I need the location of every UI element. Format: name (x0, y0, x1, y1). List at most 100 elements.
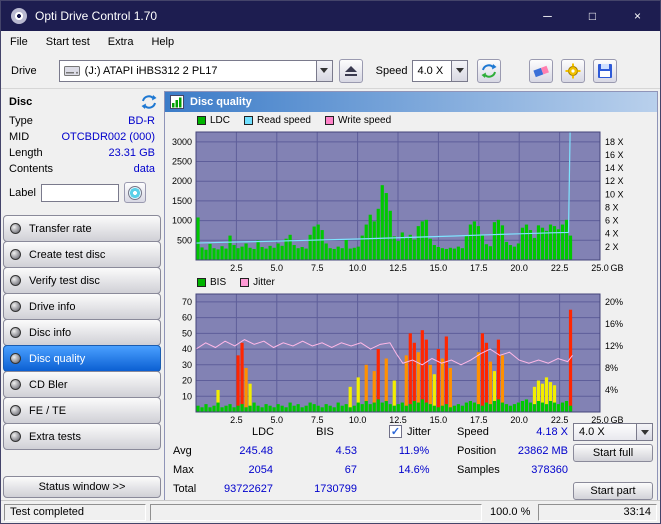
speed-summary-label: Speed (457, 426, 489, 438)
svg-text:7.5: 7.5 (311, 263, 324, 273)
sidebar-item-fe-te[interactable]: FE / TE (3, 397, 161, 424)
sidebar-item-transfer-rate[interactable]: Transfer rate (3, 215, 161, 242)
disc-label-button[interactable] (123, 182, 146, 203)
disc-label-input[interactable] (40, 183, 119, 202)
jitter-checkbox-label: Jitter (407, 426, 431, 438)
start-full-button[interactable]: Start full (573, 444, 653, 462)
elapsed-time: 33:14 (623, 506, 651, 518)
panel-header: Disc quality (165, 92, 657, 112)
rescan-speed-arrow[interactable] (636, 424, 652, 440)
eraser-icon (532, 64, 550, 78)
svg-text:1000: 1000 (172, 216, 192, 226)
total-row-label: Total (173, 483, 197, 495)
disc-label-label: Label (9, 186, 36, 199)
svg-text:6 X: 6 X (605, 216, 619, 226)
sidebar-item-label: Disc info (29, 326, 72, 339)
max-jitter-value: 14.6% (398, 464, 430, 476)
rescan-speed-value: 4.0 X (579, 426, 605, 438)
drive-label: Drive (11, 64, 37, 77)
sidebar-item-label: Extra tests (29, 430, 81, 443)
disc-refresh-icon[interactable] (141, 94, 157, 110)
refresh-button[interactable] (477, 58, 502, 83)
start-full-label: Start full (592, 447, 634, 459)
svg-text:2 X: 2 X (605, 242, 619, 252)
speed-summary-value: 4.18 X (536, 426, 568, 438)
button-dot-icon (10, 353, 21, 364)
svg-text:18 X: 18 X (605, 137, 624, 147)
close-button[interactable]: × (615, 1, 660, 31)
total-bis-value: 1730799 (314, 483, 357, 495)
avg-bis-value: 4.53 (335, 445, 357, 457)
eject-button[interactable] (338, 58, 363, 83)
maximize-button[interactable]: □ (570, 1, 615, 31)
sidebar-item-create-test-disc[interactable]: Create test disc (3, 241, 161, 268)
disc-length-row: Length 23.31 GB (3, 145, 161, 161)
svg-text:5.0: 5.0 (271, 263, 284, 273)
speed-value: 4.0 X (417, 64, 444, 77)
jitter-checkbox[interactable]: ✓ (389, 425, 402, 438)
minimize-button[interactable]: ─ (525, 1, 570, 31)
app-icon (11, 8, 27, 24)
samples-label: Samples (457, 464, 500, 476)
disc-type-value: BD-R (128, 115, 155, 127)
start-part-label: Start part (590, 485, 636, 497)
rescan-speed-select[interactable]: 4.0 X (573, 423, 653, 441)
svg-text:30: 30 (182, 360, 192, 370)
erase-disc-button[interactable] (529, 58, 554, 83)
speed-select-arrow[interactable] (451, 60, 468, 81)
disc-mid-value: OTCBDR002 (000) (61, 131, 155, 143)
panel-title: Disc quality (190, 96, 252, 108)
svg-text:500: 500 (177, 235, 192, 245)
progress-percent: 100.0 % (490, 506, 531, 518)
svg-text:10 X: 10 X (605, 189, 624, 199)
drive-select[interactable]: (J:) ATAPI iHBS312 2 PL17 (58, 59, 333, 82)
sidebar-item-cd-bler[interactable]: CD Bler (3, 371, 161, 398)
disc-contents-value[interactable]: data (134, 163, 155, 175)
sidebar-item-label: Disc quality (29, 352, 86, 365)
button-dot-icon (10, 327, 21, 338)
sidebar-item-drive-info[interactable]: Drive info (3, 293, 161, 320)
menu-start-test[interactable]: Start test (37, 31, 99, 53)
settings-icon (565, 63, 581, 79)
write-speed-legend-label: Write speed (337, 115, 392, 126)
svg-text:25.0: 25.0 (591, 263, 609, 273)
sidebar-item-disc-info[interactable]: Disc info (3, 319, 161, 346)
sidebar-item-label: Transfer rate (29, 222, 92, 235)
avg-ldc-value: 245.48 (239, 445, 273, 457)
sidebar-item-extra-tests[interactable]: Extra tests (3, 423, 161, 450)
svg-text:8 X: 8 X (605, 203, 619, 213)
menu-help[interactable]: Help (142, 31, 183, 53)
settings-button[interactable] (561, 58, 586, 83)
status-message: Test completed (10, 506, 84, 518)
svg-text:12 X: 12 X (605, 176, 624, 186)
save-results-button[interactable] (593, 58, 618, 83)
menu-extra[interactable]: Extra (99, 31, 143, 53)
drive-select-arrow[interactable] (315, 60, 332, 81)
svg-text:50: 50 (182, 328, 192, 338)
disc-mid-row: MID OTCBDR002 (000) (3, 129, 161, 145)
svg-text:4%: 4% (605, 385, 618, 395)
status-message-cell: Test completed (4, 503, 146, 521)
write-speed-legend-swatch (324, 116, 334, 125)
read-speed-legend-label: Read speed (257, 115, 311, 126)
menu-file[interactable]: File (1, 31, 37, 53)
disc-length-label: Length (9, 147, 43, 159)
svg-text:2500: 2500 (172, 157, 192, 167)
avg-jitter-value: 11.9% (398, 445, 430, 457)
save-icon (597, 63, 613, 79)
sidebar-item-label: Create test disc (29, 248, 106, 261)
svg-text:60: 60 (182, 313, 192, 323)
button-dot-icon (10, 223, 21, 234)
start-part-button[interactable]: Start part (573, 482, 653, 500)
max-bis-value: 67 (344, 464, 357, 476)
sidebar-item-verify-test-disc[interactable]: Verify test disc (3, 267, 161, 294)
refresh-icon (481, 63, 497, 79)
sidebar-item-disc-quality[interactable]: Disc quality (3, 345, 161, 372)
progress-bar (150, 503, 482, 521)
svg-text:2.5: 2.5 (230, 263, 243, 273)
disc-quality-icon (170, 95, 184, 109)
status-window-button[interactable]: Status window >> (3, 476, 161, 498)
svg-text:10: 10 (182, 391, 192, 401)
read-speed-legend-swatch (244, 116, 254, 125)
speed-select[interactable]: 4.0 X (412, 59, 469, 82)
